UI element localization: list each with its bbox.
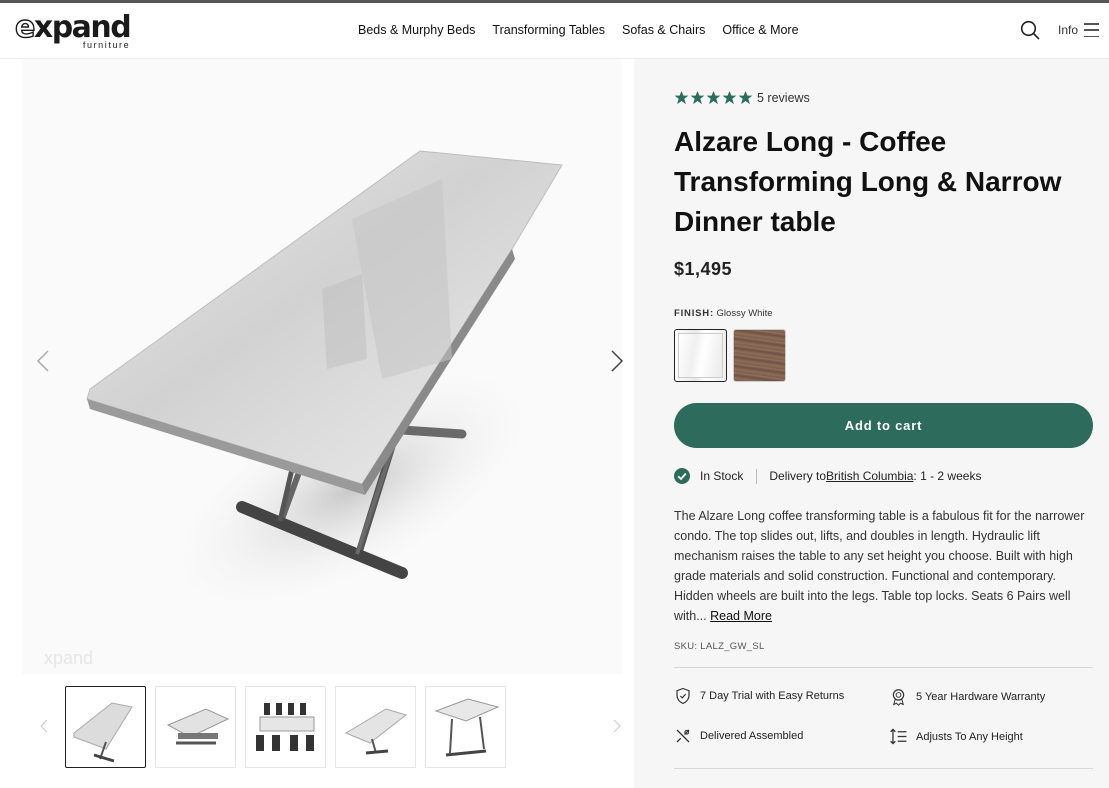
swatch-glossy-white[interactable] — [674, 329, 727, 382]
swatch-walnut[interactable] — [733, 329, 786, 382]
logo-wordmark: expand — [14, 10, 131, 45]
nav-transforming-tables[interactable]: Transforming Tables — [492, 23, 605, 37]
thumbs-next-arrow-icon[interactable] — [610, 719, 624, 733]
nav-sofas-chairs[interactable]: Sofas & Chairs — [622, 23, 705, 37]
prev-image-arrow-icon[interactable] — [32, 349, 56, 373]
thumbnail-4[interactable] — [335, 686, 416, 768]
reviews-count-link[interactable]: 5 reviews — [757, 91, 810, 105]
nav-beds[interactable]: Beds & Murphy Beds — [358, 23, 475, 37]
product-sku: SKU: LALZ_GW_SL — [674, 641, 765, 652]
add-to-cart-button[interactable]: Add to cart — [674, 403, 1093, 448]
delivery-region-link[interactable]: British Columbia — [826, 469, 913, 483]
delivery-time: : 1 - 2 weeks — [913, 469, 982, 483]
thumbs-prev-arrow-icon[interactable] — [37, 719, 51, 733]
divider — [674, 768, 1093, 769]
feature-warranty: 5 Year Hardware Warranty — [889, 687, 1045, 706]
gallery-watermark: xpand — [44, 648, 93, 668]
star-icon — [706, 90, 721, 105]
nav-office-more[interactable]: Office & More — [722, 23, 798, 37]
thumbnail-strip — [65, 686, 515, 768]
search-icon[interactable] — [1020, 20, 1040, 40]
feature-height-label: Adjusts To Any Height — [916, 730, 1023, 743]
hamburger-menu-icon[interactable] — [1084, 23, 1099, 37]
tools-icon — [676, 729, 690, 743]
height-adjust-icon — [890, 728, 907, 745]
thumbnail-1[interactable] — [65, 686, 146, 768]
main-product-image[interactable]: xpand — [22, 59, 622, 674]
header-actions: Info — [1020, 20, 1099, 40]
divider — [674, 667, 1093, 668]
rating-stars[interactable]: 5 reviews — [674, 90, 810, 105]
feature-assembled: Delivered Assembled — [674, 727, 803, 745]
shield-check-icon — [676, 687, 690, 705]
finish-label: FINISH: — [674, 308, 714, 319]
product-gallery: xpand — [0, 59, 634, 788]
finish-selector-label: FINISH: Glossy White — [674, 308, 773, 319]
feature-trial-label: 7 Day Trial with Easy Returns — [700, 690, 845, 702]
star-icon — [722, 90, 737, 105]
table-illustration: xpand — [44, 150, 563, 668]
delivery-prefix: Delivery to — [769, 469, 827, 483]
thumbnail-3[interactable] — [245, 686, 326, 768]
brand-logo[interactable]: expand furniture — [14, 10, 131, 50]
product-title: Alzare Long - Coffee Transforming Long &… — [674, 126, 1062, 237]
finish-value: Glossy White — [716, 308, 773, 319]
star-icon — [674, 90, 689, 105]
feature-assembled-label: Delivered Assembled — [700, 730, 804, 742]
star-icon — [738, 90, 753, 105]
site-header: expand furniture Beds & Murphy Beds Tran… — [0, 3, 1109, 59]
divider — [756, 468, 758, 484]
logo-subtitle: furniture — [82, 40, 131, 50]
info-menu-label[interactable]: Info — [1058, 23, 1078, 37]
feature-trial: 7 Day Trial with Easy Returns — [674, 687, 844, 705]
next-image-arrow-icon[interactable] — [604, 349, 628, 373]
stock-status: In Stock — [700, 469, 744, 483]
feature-warranty-label: 5 Year Hardware Warranty — [916, 690, 1046, 703]
thumbnail-2[interactable] — [155, 686, 236, 768]
thumbnail-5[interactable] — [425, 686, 506, 768]
description-text: The Alzare Long coffee transforming tabl… — [674, 509, 1085, 623]
product-price: $1,495 — [674, 259, 733, 279]
main-nav: Beds & Murphy Beds Transforming Tables S… — [358, 23, 816, 37]
read-more-link[interactable]: Read More — [710, 609, 772, 623]
stock-delivery-row: In Stock Delivery to British Columbia : … — [674, 468, 981, 484]
product-description: The Alzare Long coffee transforming tabl… — [674, 506, 1094, 626]
product-info-panel: 5 reviews Alzare Long - Coffee Transform… — [634, 59, 1109, 788]
star-icon — [690, 90, 705, 105]
award-badge-icon — [892, 689, 905, 706]
feature-height: Adjusts To Any Height — [889, 727, 1023, 746]
check-circle-icon — [674, 468, 690, 484]
